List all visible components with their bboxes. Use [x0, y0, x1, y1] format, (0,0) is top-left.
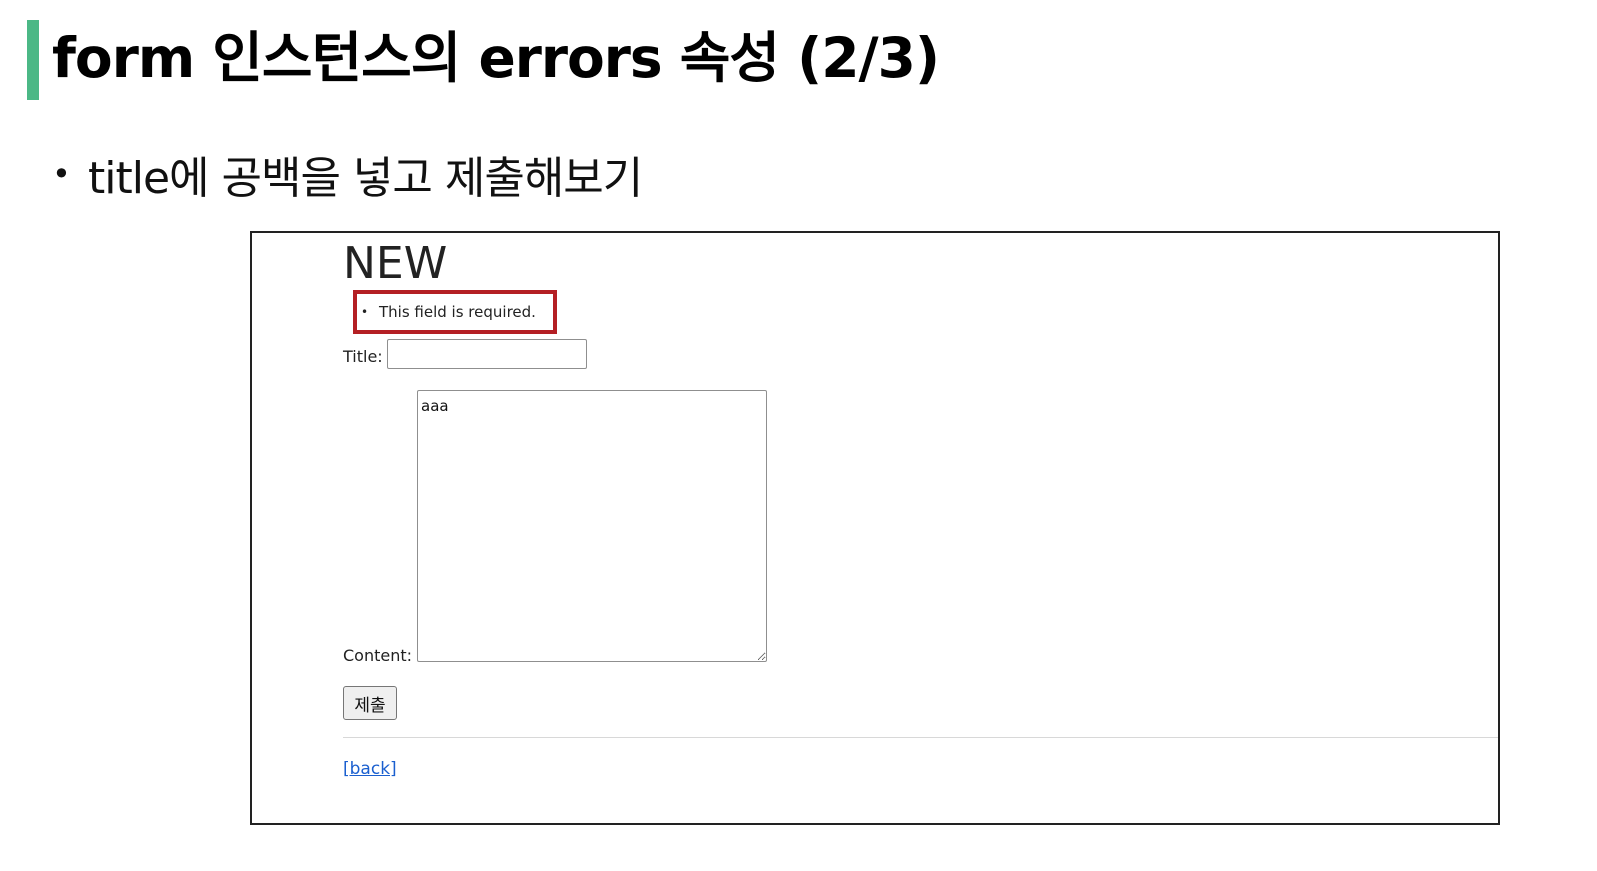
error-message: This field is required.: [379, 303, 536, 321]
bullet-item: • title에 공백을 넣고 제출해보기: [52, 142, 643, 206]
page-heading: NEW: [343, 238, 448, 289]
error-list-highlight: • This field is required.: [353, 290, 557, 334]
bullet-text: title에 공백을 넣고 제출해보기: [88, 153, 643, 204]
submit-button[interactable]: 제출: [343, 686, 397, 720]
content-label: Content:: [343, 646, 413, 665]
title-accent-bar: [27, 20, 39, 100]
divider: [343, 737, 1498, 738]
slide-title: form 인스턴스의 errors 속성 (2/3): [52, 26, 940, 90]
title-label: Title:: [343, 347, 383, 366]
content-textarea[interactable]: aaa: [417, 390, 767, 662]
browser-screenshot-frame: NEW • This field is required. Title: Con…: [250, 231, 1500, 825]
title-input[interactable]: [387, 339, 587, 369]
back-link[interactable]: [back]: [343, 759, 397, 779]
error-bullet: •: [361, 305, 369, 319]
bullet-marker: •: [52, 155, 71, 193]
